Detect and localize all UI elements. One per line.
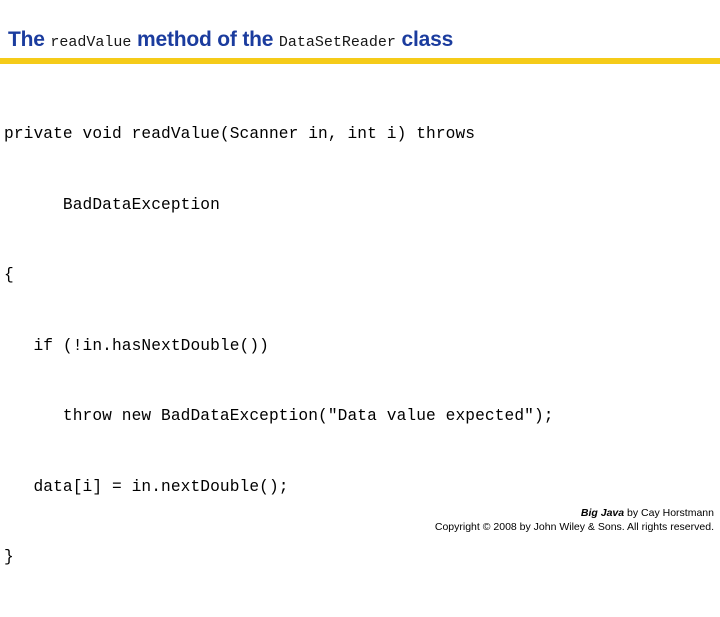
title-segment-class-name: DataSetReader bbox=[278, 34, 396, 51]
title-segment-1: The bbox=[8, 28, 51, 51]
book-author: by Cay Horstmann bbox=[624, 507, 714, 519]
code-line: { bbox=[4, 266, 14, 284]
footer: Big Java by Cay Horstmann Copyright © 20… bbox=[435, 506, 714, 534]
code-line: } bbox=[4, 548, 14, 566]
title-segment-2: method of the bbox=[131, 28, 279, 51]
code-line: throw new BadDataException("Data value e… bbox=[4, 407, 554, 425]
page-title: The readValue method of the DataSetReade… bbox=[8, 27, 712, 57]
code-line: if (!in.hasNextDouble()) bbox=[4, 336, 269, 355]
code-listing: private void readValue(Scanner in, int i… bbox=[4, 76, 716, 617]
code-line: data[i] = in.nextDouble(); bbox=[4, 477, 289, 496]
footer-copyright: Copyright © 2008 by John Wiley & Sons. A… bbox=[434, 521, 714, 533]
slide: The readValue method of the DataSetReade… bbox=[0, 0, 720, 566]
code-line: private void readValue(Scanner in, int i… bbox=[4, 125, 476, 143]
footer-attribution: Big Java by Cay Horstmann bbox=[435, 506, 714, 520]
title-segment-3: class bbox=[395, 28, 454, 51]
code-line: BadDataException bbox=[4, 195, 220, 214]
book-title: Big Java bbox=[580, 507, 625, 519]
title-divider-rule bbox=[0, 58, 720, 64]
title-segment-method-name: readValue bbox=[50, 34, 132, 51]
